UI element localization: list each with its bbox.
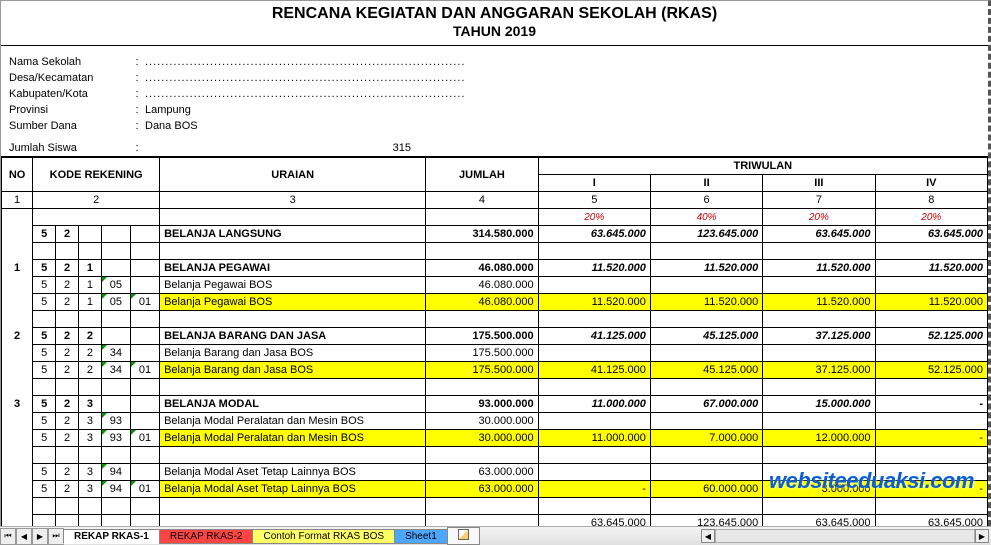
- tab-nav-prev[interactable]: ◀: [16, 528, 32, 545]
- colnum-6: 6: [650, 192, 762, 209]
- header-tw3: III: [763, 175, 875, 192]
- tab-nav-first[interactable]: ⏮: [0, 528, 16, 545]
- colon: :: [129, 56, 145, 68]
- header-triwulan: TRIWULAN: [538, 158, 987, 175]
- header-tw1: I: [538, 175, 650, 192]
- header-no: NO: [2, 158, 33, 192]
- hscroll-left[interactable]: ◀: [701, 529, 715, 543]
- value-jumlah-siswa[interactable]: 315: [145, 142, 415, 154]
- watermark-text: websiteeduaksi.com: [769, 468, 974, 494]
- tab-rekap-rkas-1[interactable]: REKAP RKAS-1: [63, 529, 160, 544]
- tab-sheet1[interactable]: Sheet1: [394, 529, 448, 544]
- hscroll-right[interactable]: ▶: [975, 529, 989, 543]
- table-row[interactable]: 52234 Belanja Barang dan Jasa BOS175.500…: [2, 345, 988, 362]
- label-sumber-dana: Sumber Dana: [9, 120, 129, 132]
- colnum-7: 7: [763, 192, 875, 209]
- row-spacer: [2, 311, 988, 328]
- header-jumlah: JUMLAH: [426, 158, 538, 192]
- row-spacer: [2, 498, 988, 515]
- label-provinsi: Provinsi: [9, 104, 129, 116]
- hscroll-track[interactable]: [715, 529, 975, 543]
- spreadsheet-body: RENCANA KEGIATAN DAN ANGGARAN SEKOLAH (R…: [0, 0, 991, 526]
- school-info: Nama Sekolah:...........................…: [1, 54, 988, 140]
- label-jumlah-siswa: Jumlah Siswa: [9, 142, 129, 154]
- colnum-4: 4: [426, 192, 538, 209]
- sheet-tabs-bar: ⏮ ◀ ▶ ⏭ REKAP RKAS-1 REKAP RKAS-2 Contoh…: [0, 526, 991, 545]
- row-belanja-pegawai[interactable]: 1 521 BELANJA PEGAWAI46.080.000 11.520.0…: [2, 260, 988, 277]
- row-belanja-modal[interactable]: 3 523 BELANJA MODAL93.000.000 11.000.000…: [2, 396, 988, 413]
- row-belanja-langsung[interactable]: 52 BELANJA LANGSUNG 314.580.000 63.645.0…: [2, 226, 988, 243]
- row-pct: 20%40%20%20%: [2, 209, 988, 226]
- tab-insert-sheet[interactable]: [447, 527, 480, 545]
- table-row[interactable]: 52393 Belanja Modal Peralatan dan Mesin …: [2, 413, 988, 430]
- colnum-5: 5: [538, 192, 650, 209]
- colnum-1: 1: [2, 192, 33, 209]
- tab-nav-last[interactable]: ⏭: [48, 528, 64, 545]
- title-main: RENCANA KEGIATAN DAN ANGGARAN SEKOLAH (R…: [1, 1, 988, 23]
- row-belanja-barang-jasa[interactable]: 2 522 BELANJA BARANG DAN JASA175.500.000…: [2, 328, 988, 345]
- row-totals[interactable]: 63.645.000123.645.00063.645.00063.645.00…: [2, 515, 988, 527]
- insert-sheet-icon: [458, 529, 469, 543]
- tab-rekap-rkas-2[interactable]: REKAP RKAS-2: [159, 529, 254, 544]
- header-uraian: URAIAN: [160, 158, 426, 192]
- value-nama-sekolah[interactable]: ........................................…: [145, 56, 980, 68]
- title-sub: TAHUN 2019: [1, 23, 988, 46]
- row-spacer: [2, 243, 988, 260]
- value-kabupaten[interactable]: ........................................…: [145, 88, 980, 100]
- tab-contoh-format[interactable]: Contoh Format RKAS BOS: [252, 529, 395, 544]
- value-sumber-dana[interactable]: Dana BOS: [145, 120, 980, 132]
- row-belanja-pegawai-bos[interactable]: 5210501 Belanja Pegawai BOS46.080.000 11…: [2, 294, 988, 311]
- row-spacer: [2, 379, 988, 396]
- header-tw4: IV: [875, 175, 987, 192]
- label-nama-sekolah: Nama Sekolah: [9, 56, 129, 68]
- colnum-2: 2: [33, 192, 160, 209]
- colnum-3: 3: [160, 192, 426, 209]
- label-desa: Desa/Kecamatan: [9, 72, 129, 84]
- label-kabupaten: Kabupaten/Kota: [9, 88, 129, 100]
- row-spacer: [2, 447, 988, 464]
- header-kode: KODE REKENING: [33, 158, 160, 192]
- value-provinsi[interactable]: Lampung: [145, 104, 980, 116]
- tab-nav-next[interactable]: ▶: [32, 528, 48, 545]
- row-belanja-barang-jasa-bos[interactable]: 5223401 Belanja Barang dan Jasa BOS175.5…: [2, 362, 988, 379]
- row-belanja-modal-peralatan-bos[interactable]: 5239301 Belanja Modal Peralatan dan Mesi…: [2, 430, 988, 447]
- header-tw2: II: [650, 175, 762, 192]
- value-desa[interactable]: ........................................…: [145, 72, 980, 84]
- colnum-8: 8: [875, 192, 987, 209]
- table-row[interactable]: 52105 Belanja Pegawai BOS46.080.000: [2, 277, 988, 294]
